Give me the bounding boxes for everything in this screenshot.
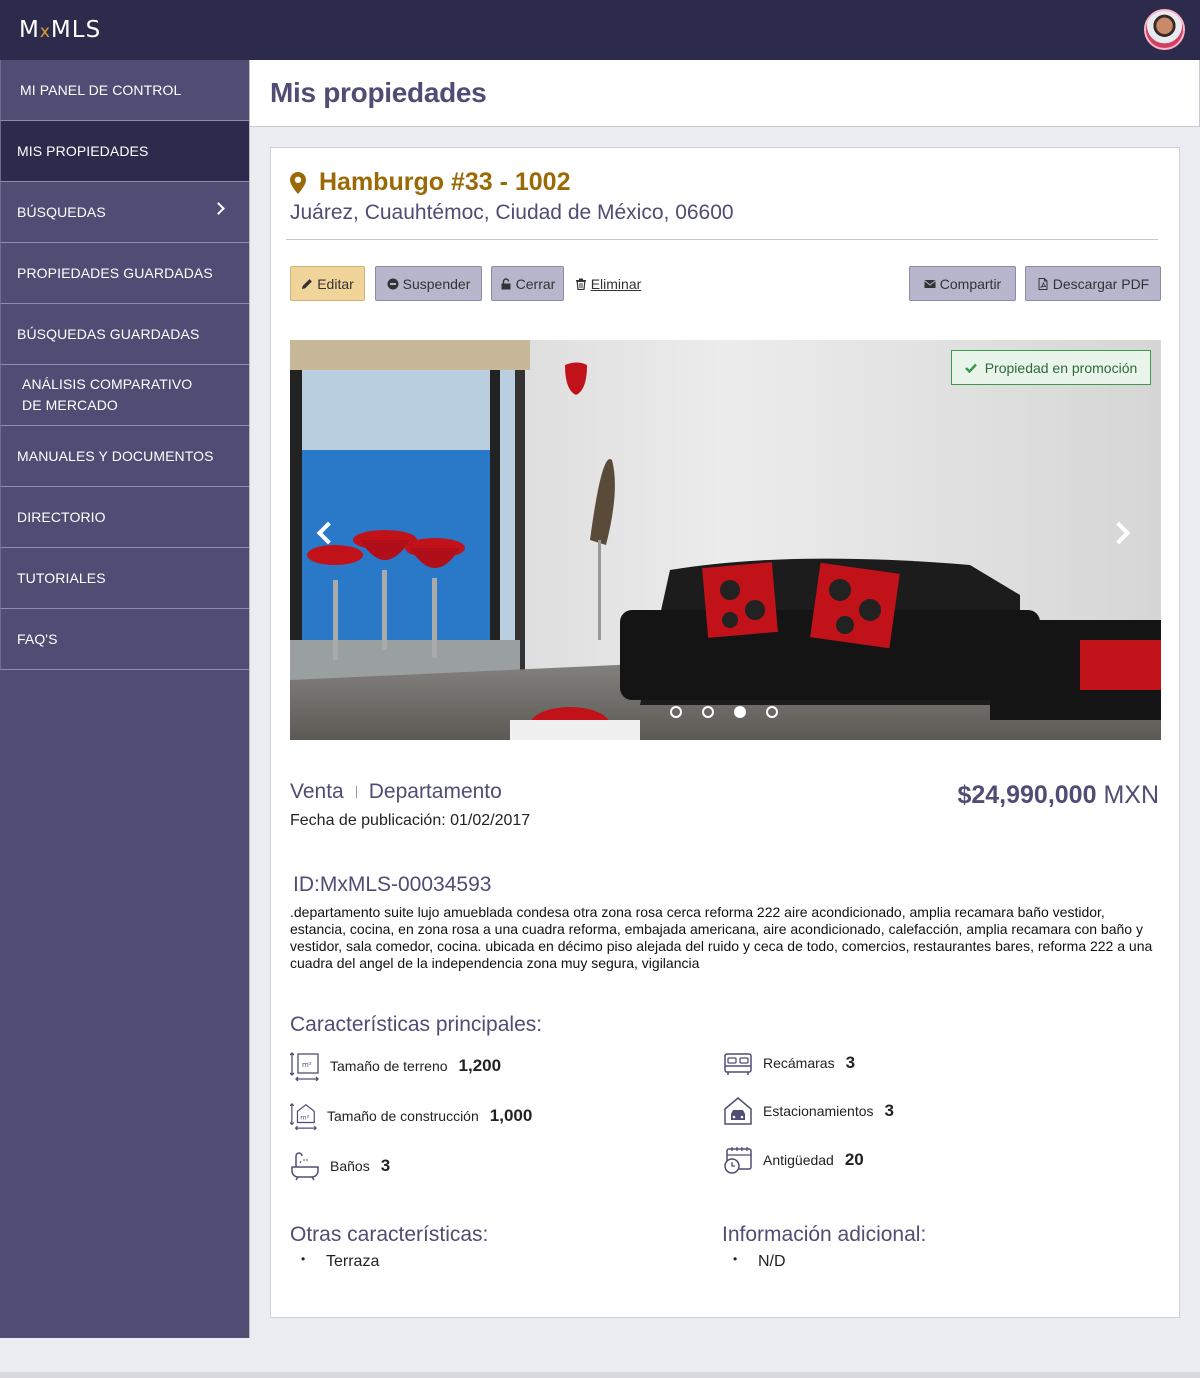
feature-label: Estacionamientos: [763, 1103, 874, 1119]
carousel-dot-active[interactable]: [734, 706, 746, 718]
feature-label: Recámaras: [763, 1055, 835, 1071]
feature-value: 1,000: [489, 1106, 533, 1125]
operation-type: Venta: [290, 780, 344, 803]
sidebar-item-tutorials[interactable]: TUTORIALES: [0, 548, 249, 609]
other-features-title: Otras características:: [290, 1223, 489, 1246]
main-features-title: Características principales:: [290, 1013, 543, 1036]
calendar-clock-icon: [724, 1147, 752, 1174]
sidebar-item-label: BÚSQUEDAS GUARDADAS: [17, 326, 200, 342]
property-photo: [290, 340, 1161, 740]
sidebar-item-manuals[interactable]: MANUALES Y DOCUMENTOS: [0, 426, 249, 487]
feature-value: 3: [380, 1156, 391, 1175]
feature-label: Tamaño de construcción: [327, 1108, 479, 1124]
chevron-right-icon: [212, 202, 225, 215]
list-item: N/D: [733, 1252, 785, 1271]
carousel-dot[interactable]: [766, 706, 778, 718]
sidebar-item-saved-properties[interactable]: PROPIEDADES GUARDADAS: [0, 243, 249, 304]
divider: [286, 239, 1158, 240]
land-size-icon: m²: [290, 1052, 319, 1081]
property-card: Hamburgo #33 - 1002 Juárez, Cuauhtémoc, …: [270, 147, 1180, 1318]
user-avatar[interactable]: [1144, 9, 1185, 50]
sidebar-item-label: BÚSQUEDAS: [17, 204, 106, 220]
sidebar-item-label: MI PANEL DE CONTROL: [20, 82, 182, 98]
sidebar-item-label: PROPIEDADES GUARDADAS: [17, 265, 213, 281]
pdf-file-icon: [1038, 277, 1048, 290]
feature-construction-size: m² Tamaño de construcción 1,000: [290, 1101, 532, 1131]
garage-icon: [724, 1097, 752, 1125]
property-type-line: Venta Departamento: [290, 780, 502, 804]
sidebar-item-label: MIS PROPIEDADES: [17, 143, 149, 159]
check-icon: [964, 363, 977, 373]
mxmls-logo[interactable]: MxMLS: [19, 17, 101, 43]
sidebar-item-dashboard[interactable]: MI PANEL DE CONTROL: [0, 60, 249, 121]
trash-icon: [575, 278, 586, 290]
sidebar-item-saved-searches[interactable]: BÚSQUEDAS GUARDADAS: [0, 304, 249, 365]
bed-icon: [724, 1053, 752, 1075]
feature-bedrooms: Recámaras 3: [723, 1048, 855, 1078]
feature-value: 3: [884, 1101, 894, 1120]
property-address: Juárez, Cuauhtémoc, Ciudad de México, 06…: [290, 201, 734, 224]
sidebar: MI PANEL DE CONTROL MIS PROPIEDADES BÚSQ…: [0, 60, 250, 1338]
footer-divider: [0, 1372, 1200, 1378]
map-pin-icon: [290, 172, 306, 194]
additional-info-title: Información adicional:: [722, 1223, 927, 1246]
property-id: ID:MxMLS-00034593: [293, 873, 492, 896]
sidebar-item-label: TUTORIALES: [17, 570, 106, 586]
sidebar-item-label: ANÁLISIS COMPARATIVO DE MERCADO: [22, 376, 193, 413]
envelope-icon: [923, 279, 936, 288]
edit-button[interactable]: Editar: [290, 266, 365, 301]
svg-text:m²: m²: [302, 1061, 312, 1069]
page-title: Mis propiedades: [270, 77, 487, 108]
sidebar-item-searches[interactable]: BÚSQUEDAS: [0, 182, 249, 243]
feature-age: Antigüedad 20: [723, 1145, 864, 1175]
feature-value: 20: [844, 1150, 864, 1169]
sidebar-item-label: FAQ'S: [17, 631, 58, 647]
feature-parking: Estacionamientos 3: [723, 1096, 894, 1126]
carousel-dot[interactable]: [670, 706, 682, 718]
page-header: Mis propiedades: [250, 60, 1200, 127]
sidebar-item-label: MANUALES Y DOCUMENTOS: [17, 448, 214, 464]
close-button[interactable]: Cerrar: [491, 266, 564, 301]
top-bar: MxMLS: [0, 0, 1200, 60]
property-description: .departamento suite lujo amueblada conde…: [290, 904, 1153, 971]
publication-date: Fecha de publicación: 01/02/2017: [290, 812, 531, 829]
list-item: Terraza: [301, 1252, 380, 1271]
property-type: Departamento: [368, 780, 502, 803]
delete-button[interactable]: Eliminar: [573, 266, 643, 301]
construction-size-icon: m²: [290, 1103, 317, 1131]
feature-value: 1,200: [458, 1056, 502, 1075]
sidebar-item-faqs[interactable]: FAQ'S: [0, 609, 249, 670]
carousel-dot[interactable]: [702, 706, 714, 718]
unlock-icon: [501, 277, 511, 289]
sidebar-item-my-properties[interactable]: MIS PROPIEDADES: [0, 121, 249, 182]
feature-land-size: m² Tamaño de terreno 1,200: [290, 1051, 501, 1081]
share-button[interactable]: Compartir: [909, 266, 1016, 301]
separator: [355, 786, 357, 799]
sidebar-item-market-analysis[interactable]: ANÁLISIS COMPARATIVO DE MERCADO: [0, 365, 249, 426]
carousel-indicators: [670, 706, 778, 718]
property-title: Hamburgo #33 - 1002: [319, 168, 571, 196]
minus-circle-icon: [387, 278, 399, 289]
feature-label: Baños: [330, 1158, 370, 1174]
feature-label: Antigüedad: [763, 1152, 834, 1168]
property-price: $24,990,000 MXN: [957, 781, 1159, 809]
feature-value: 3: [845, 1053, 856, 1072]
sidebar-item-directory[interactable]: DIRECTORIO: [0, 487, 249, 548]
sidebar-item-label: DIRECTORIO: [17, 509, 106, 525]
feature-label: Tamaño de terreno: [330, 1058, 448, 1074]
property-photo-carousel[interactable]: Propiedad en promoción: [290, 340, 1161, 740]
svg-text:m²: m²: [300, 1114, 309, 1122]
download-pdf-button[interactable]: Descargar PDF: [1025, 266, 1161, 301]
bathtub-icon: [291, 1152, 319, 1181]
promotion-badge: Propiedad en promoción: [951, 350, 1151, 385]
feature-bathrooms: Baños 3: [290, 1151, 390, 1181]
suspend-button[interactable]: Suspender: [375, 266, 482, 301]
pencil-icon: [302, 278, 313, 289]
